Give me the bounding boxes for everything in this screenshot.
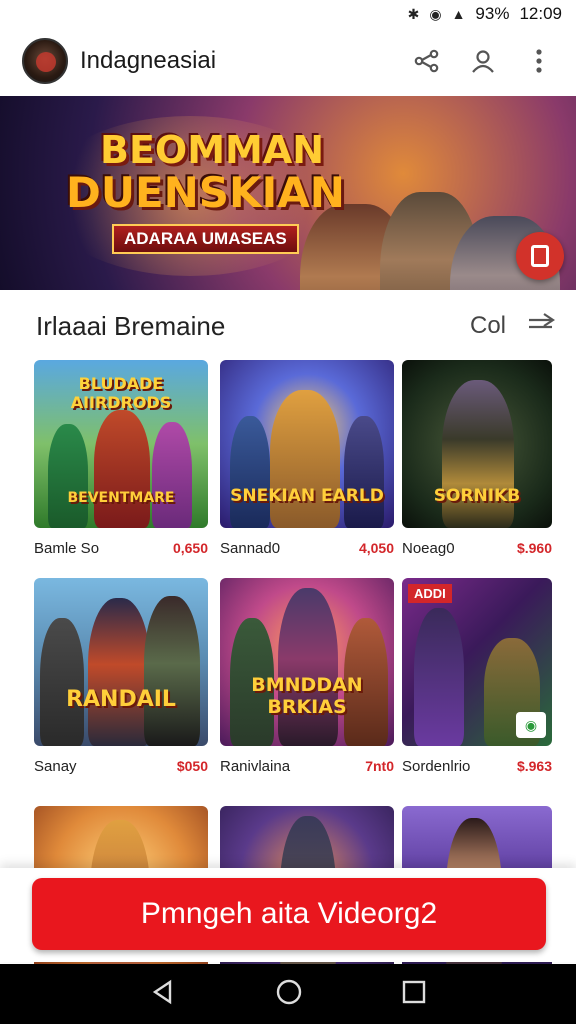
game-name: Sordenlrio: [402, 758, 471, 775]
game-name: Sannad0: [220, 540, 281, 557]
clock: 12:09: [519, 4, 562, 23]
wifi-icon: ◉: [429, 5, 442, 22]
game-thumbnail: BLUDADE AIIRDRODS BEVENTMARE: [34, 360, 208, 528]
game-art-title: RANDAIL: [66, 687, 176, 712]
game-thumbnail: RANDAIL: [34, 578, 208, 746]
battery-level: 93%: [475, 4, 510, 23]
game-card[interactable]: SNEKIAN EARLD Sannad0 4,050: [220, 360, 394, 557]
app-avatar[interactable]: [22, 38, 68, 84]
copy-icon: [531, 245, 549, 267]
game-price: $.963: [516, 758, 552, 774]
game-price: $.960: [516, 540, 552, 556]
more-vert-icon[interactable]: [524, 46, 554, 76]
section-title: Irlaaai Bremaine: [36, 310, 226, 341]
game-card[interactable]: BLUDADE AIIRDRODS BEVENTMARE Bamle So 0,…: [34, 360, 208, 557]
game-card[interactable]: ADDI ◉ Sordenlrio $.963: [402, 578, 552, 775]
primary-cta-button[interactable]: Pmngeh aita Videorg2: [32, 878, 546, 950]
game-art-title: BLUDADE AIIRDRODS: [70, 374, 172, 412]
game-name: Sanay: [34, 758, 77, 775]
game-name: Ranivlaina: [220, 758, 291, 775]
game-thumbnail: BMNDDAN BRKIAS: [220, 578, 394, 746]
section-more-link[interactable]: Col: [470, 312, 506, 340]
section-header: Irlaaai Bremaine Col: [36, 306, 556, 346]
game-thumbnail: SNEKIAN EARLD: [220, 360, 394, 528]
game-thumbnail: SORNIKB: [402, 360, 552, 528]
gamepad-icon: ◉: [516, 712, 546, 738]
game-name: Noeag0: [402, 540, 455, 557]
game-art-title: BMNDDAN BRKIAS: [251, 674, 363, 718]
game-card[interactable]: BMNDDAN BRKIAS Ranivlaina 7nt0: [220, 578, 394, 775]
game-art-title: SNEKIAN EARLD: [230, 486, 384, 506]
app-title: Indagneasiai: [80, 47, 217, 74]
bluetooth-icon: ✱: [407, 5, 420, 22]
game-name: Bamle So: [34, 540, 100, 557]
game-price: 4,050: [358, 540, 394, 556]
cta-bar: Pmngeh aita Videorg2: [0, 868, 576, 962]
share-icon[interactable]: [412, 46, 442, 76]
banner-subtitle: ADARAA UMASEAS: [112, 224, 299, 254]
game-thumbnail: ADDI ◉: [402, 578, 552, 746]
system-nav-bar: [0, 964, 576, 1024]
signal-icon: ▲: [451, 6, 466, 22]
status-bar: ✱ ◉ ▲ 93% 12:09: [0, 0, 576, 28]
game-art-subtitle: BEVENTMARE: [67, 490, 175, 506]
back-icon[interactable]: [150, 979, 176, 1010]
banner-title-line2: DUENSKIAN: [66, 168, 345, 217]
game-card[interactable]: SORNIKB Noeag0 $.960: [402, 360, 552, 557]
home-icon[interactable]: [275, 978, 303, 1011]
app-bar: Indagneasiai: [0, 28, 576, 94]
banner-action-button[interactable]: [516, 232, 564, 280]
game-card[interactable]: RANDAIL Sanay $050: [34, 578, 208, 775]
banner-title-line1: BEOMMAN: [100, 128, 325, 172]
promo-badge: ADDI: [408, 584, 452, 603]
game-price: 7nt0: [365, 758, 394, 774]
game-price: $050: [176, 758, 208, 774]
recents-icon[interactable]: [402, 980, 426, 1009]
game-price: 0,650: [172, 540, 208, 556]
account-icon[interactable]: [468, 46, 498, 76]
arrow-forward-icon[interactable]: [526, 312, 556, 341]
game-art-title: SORNIKB: [433, 486, 521, 506]
